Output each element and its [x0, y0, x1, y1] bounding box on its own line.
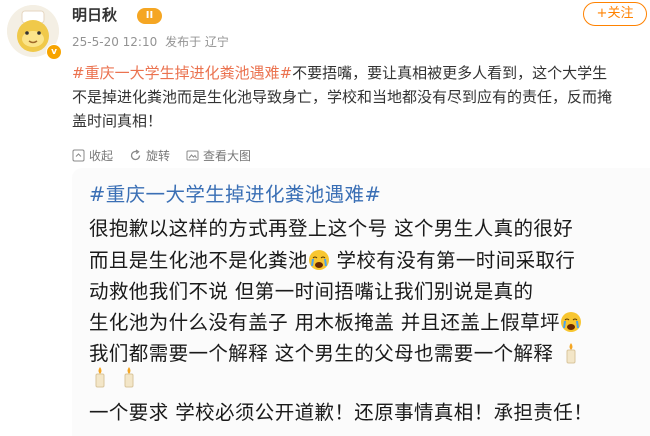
- verified-badge-icon: v: [46, 44, 62, 60]
- post-body: #重庆一大学生掉进化粪池遇难#不要捂嘴，要让真相被更多人看到，这个大学生 不是掉…: [72, 61, 647, 133]
- candle-icon: [95, 367, 105, 388]
- username[interactable]: 明日秋: [72, 4, 117, 25]
- level-badge: II: [137, 8, 162, 24]
- crying-emoji-icon: [560, 312, 581, 332]
- post-header: v 明日秋 II 25-5-20 12:10 发布于 辽宁 +关注: [0, 0, 650, 60]
- collapse-icon: [72, 149, 85, 161]
- collapse-label: 收起: [89, 148, 114, 163]
- post-source: 发布于 辽宁: [165, 35, 229, 49]
- post-image[interactable]: #重庆一大学生掉进化粪池遇难# 很抱歉以这样的方式再登上这个号 这个男生人真的很…: [72, 168, 650, 436]
- image-text-line2-a: 而且是生化池不是化粪池: [89, 249, 308, 272]
- image-text-line2-b: 学校有没有第一时间采取行: [329, 249, 576, 272]
- post-meta: 25-5-20 12:10 发布于 辽宁: [72, 33, 233, 50]
- collapse-button[interactable]: 收起: [72, 147, 113, 164]
- view-large-icon: [186, 150, 199, 160]
- post-hashtag-link[interactable]: #重庆一大学生掉进化粪池遇难#: [72, 64, 292, 82]
- rotate-icon: [130, 148, 141, 160]
- image-text-line2: 而且是生化池不是化粪池 学校有没有第一时间采取行: [89, 244, 575, 273]
- post-text-line1: 不要捂嘴，要让真相被更多人看到，这个大学生: [292, 64, 608, 82]
- view-large-label: 查看大图: [203, 148, 252, 163]
- image-text-line5-a: 我们都需要一个解释 这个男生的父母也需要一个解释: [89, 342, 554, 365]
- rotate-label: 旋转: [146, 148, 171, 163]
- image-toolbar: 收起 旋转 查看大图: [72, 147, 267, 163]
- image-text-line5: 我们都需要一个解释 这个男生的父母也需要一个解释: [89, 337, 582, 366]
- post-text-line2: 不是掉进化粪池而是生化池导致身亡，学校和当地都没有尽到应有的责任，反而掩: [72, 88, 613, 106]
- post-time[interactable]: 25-5-20 12:10: [72, 35, 157, 49]
- image-hashtag: #重庆一大学生掉进化粪池遇难#: [89, 183, 382, 206]
- image-text-line1: 很抱歉以这样的方式再登上这个号 这个男生人真的很好: [89, 217, 574, 240]
- crying-emoji-icon: [308, 250, 329, 270]
- image-text-line4-a: 生化池为什么没有盖子 用木板掩盖 并且还盖上假草坪: [89, 311, 560, 334]
- image-candles-row: [89, 366, 140, 389]
- image-text-line3: 动救他我们不说 但第一时间捂嘴让我们别说是真的: [89, 280, 534, 303]
- rotate-button[interactable]: 旋转: [129, 147, 170, 164]
- image-text-line7: 一个要求 学校必须公开道歉！还原事情真相！承担责任！: [89, 401, 594, 424]
- candle-icon: [124, 367, 134, 388]
- view-large-button[interactable]: 查看大图: [186, 147, 251, 164]
- post-text-line3: 盖时间真相！: [72, 112, 163, 130]
- candle-icon: [566, 343, 576, 364]
- follow-button[interactable]: +关注: [583, 2, 647, 26]
- image-text-line4: 生化池为什么没有盖子 用木板掩盖 并且还盖上假草坪: [89, 306, 582, 335]
